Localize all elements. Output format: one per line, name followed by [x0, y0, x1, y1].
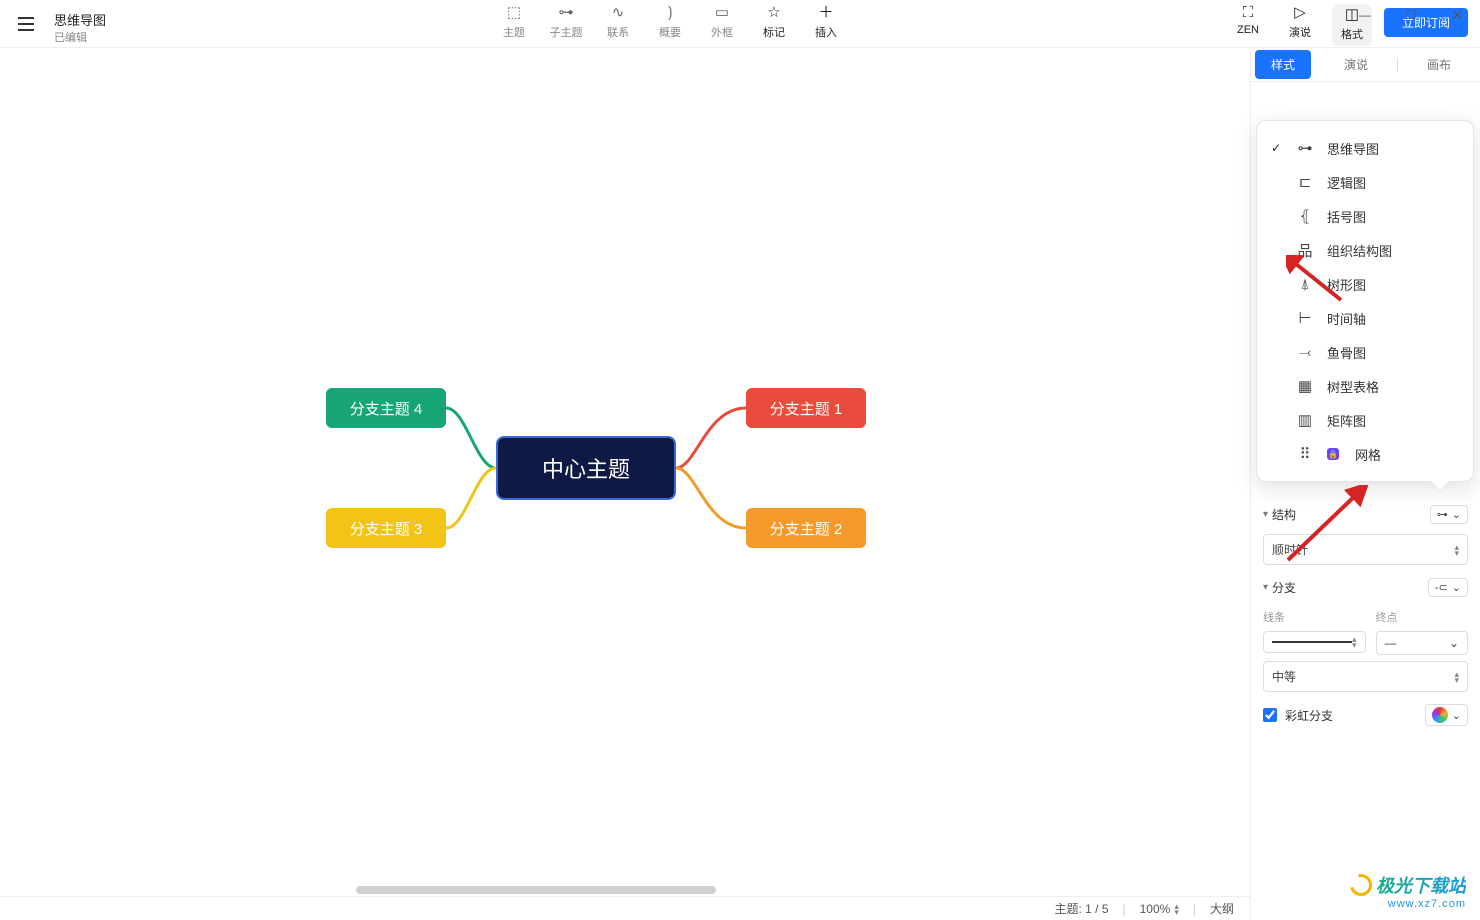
- doc-title: 思维导图: [54, 10, 106, 29]
- zen-icon: ⛶: [1243, 4, 1254, 22]
- branch-shape-icon: -⊂: [1435, 581, 1448, 594]
- rainbow-row: 彩虹分支 ⌄: [1263, 704, 1468, 726]
- structure-grid-icon: ⠿: [1295, 445, 1315, 463]
- watermark: 极光下载站 www.xz7.com: [1350, 872, 1466, 910]
- tab-canvas[interactable]: 画布: [1398, 50, 1480, 79]
- mindmap: 分支主题 4 分支主题 3 分支主题 1 分支主题 2 中心主题: [326, 368, 866, 578]
- caret-icon: ▾: [1263, 509, 1268, 520]
- window-close[interactable]: ✕: [1434, 0, 1480, 30]
- tab-style[interactable]: 样式: [1255, 50, 1311, 79]
- annotation-arrow: [1278, 485, 1368, 565]
- rainbow-checkbox[interactable]: [1263, 708, 1277, 722]
- structure-treetable[interactable]: ▦ 树型表格: [1257, 369, 1473, 403]
- check-icon: ✓: [1269, 141, 1283, 155]
- tool-zen[interactable]: ⛶ZEN: [1228, 4, 1268, 36]
- window-maximize[interactable]: ☐: [1388, 0, 1434, 30]
- section-branch: ▾分支 -⊂⌄ 线条 ▴▾ 终点 —: [1263, 573, 1468, 726]
- boundary-icon: ▭: [715, 4, 729, 22]
- topbar: 思维导图 已编辑 ⬚主题 ⊶子主题 ∿联系 ⟯概要 ▭外框 ☆标记 ＋插入 ⛶Z…: [0, 0, 1480, 48]
- line-style-select[interactable]: ▴▾: [1263, 631, 1366, 653]
- line-sample-icon: [1272, 641, 1352, 643]
- structure-mindmap-icon: ⊶: [1295, 139, 1315, 157]
- structure-logic-icon: ⊏: [1295, 173, 1315, 191]
- watermark-logo-icon: [1346, 870, 1376, 900]
- branch-shape-select[interactable]: -⊂ ⌄: [1428, 578, 1468, 597]
- panel-body: ✓ ⊶ 思维导图 ⊏ 逻辑图 ⦃ 括号图 品 组织结构图: [1251, 82, 1480, 736]
- tool-pitch[interactable]: ▷演说: [1280, 4, 1320, 40]
- topic-counter: 主题: 1 / 5: [1054, 900, 1108, 917]
- stepper-icon: ▴▾: [1352, 636, 1357, 648]
- marker-icon: ☆: [767, 4, 780, 22]
- tool-insert[interactable]: ＋插入: [806, 4, 846, 40]
- outline-toggle[interactable]: 大纲: [1210, 900, 1234, 917]
- panel-tabs: 样式 演说 画布: [1251, 48, 1480, 82]
- summary-icon: ⟯: [668, 4, 673, 22]
- structure-fishbone[interactable]: ⤙ 鱼骨图: [1257, 335, 1473, 369]
- relationship-icon: ∿: [612, 4, 625, 22]
- toolbar: ⬚主题 ⊶子主题 ∿联系 ⟯概要 ▭外框 ☆标记 ＋插入: [112, 0, 1228, 40]
- chevron-down-icon: ⌄: [1452, 581, 1461, 594]
- menu-button[interactable]: [6, 0, 46, 48]
- title-block: 思维导图 已编辑: [54, 4, 106, 45]
- chevron-down-icon: ⌄: [1449, 636, 1459, 650]
- zoom-control[interactable]: 100% ▴▾: [1140, 902, 1179, 916]
- pro-badge-icon: 🔒: [1327, 448, 1339, 460]
- rainbow-color-select[interactable]: ⌄: [1425, 704, 1468, 726]
- tool-subtopic[interactable]: ⊶子主题: [546, 4, 586, 40]
- structure-type-select[interactable]: ⊶⌄: [1430, 505, 1468, 524]
- line-weight-select[interactable]: 中等 ▴▾: [1263, 661, 1468, 692]
- line-end-select[interactable]: — ⌄: [1376, 631, 1468, 655]
- structure-logic[interactable]: ⊏ 逻辑图: [1257, 165, 1473, 199]
- tool-topic[interactable]: ⬚主题: [494, 4, 534, 40]
- pitch-icon: ▷: [1294, 4, 1306, 22]
- main: 分支主题 4 分支主题 3 分支主题 1 分支主题 2 中心主题 样式 演说 画…: [0, 48, 1480, 920]
- tab-pitch[interactable]: 演说: [1315, 50, 1397, 79]
- stepper-icon: ▴▾: [1454, 544, 1459, 556]
- end-label: 终点: [1376, 609, 1468, 625]
- doc-subtitle: 已编辑: [54, 29, 106, 45]
- statusbar: 主题: 1 / 5 | 100% ▴▾ | 大纲: [0, 896, 1250, 920]
- rainbow-label: 彩虹分支: [1285, 707, 1333, 724]
- structure-bracket[interactable]: ⦃ 括号图: [1257, 199, 1473, 233]
- tool-relationship[interactable]: ∿联系: [598, 4, 638, 40]
- format-panel: 样式 演说 画布 ✓ ⊶ 思维导图 ⊏ 逻辑图 ⦃: [1250, 48, 1480, 920]
- structure-timeline[interactable]: ⊢ 时间轴: [1257, 301, 1473, 335]
- tool-summary[interactable]: ⟯概要: [650, 4, 690, 40]
- branch-topic-3[interactable]: 分支主题 3: [326, 508, 446, 548]
- insert-icon: ＋: [818, 4, 833, 22]
- chevron-down-icon: ⌄: [1452, 709, 1461, 722]
- chevron-down-icon: ⌄: [1452, 508, 1461, 521]
- subtopic-icon: ⊶: [559, 4, 574, 22]
- rainbow-icon: [1432, 707, 1448, 723]
- branch-topic-4[interactable]: 分支主题 4: [326, 388, 446, 428]
- horizontal-scrollbar[interactable]: [356, 886, 716, 894]
- central-topic[interactable]: 中心主题: [496, 436, 676, 500]
- tool-marker[interactable]: ☆标记: [754, 4, 794, 40]
- branch-title: 分支: [1272, 579, 1296, 596]
- structure-mindmap[interactable]: ✓ ⊶ 思维导图: [1257, 131, 1473, 165]
- top-left: 思维导图 已编辑: [0, 0, 112, 48]
- structure-timeline-icon: ⊢: [1295, 309, 1315, 327]
- structure-fishbone-icon: ⤙: [1295, 344, 1315, 361]
- topic-icon: ⬚: [507, 4, 521, 22]
- branch-topic-1[interactable]: 分支主题 1: [746, 388, 866, 428]
- window-controls: — ☐ ✕: [1342, 0, 1480, 30]
- canvas[interactable]: 分支主题 4 分支主题 3 分支主题 1 分支主题 2 中心主题: [16, 48, 1250, 920]
- left-gutter: [0, 48, 16, 920]
- stepper-icon: ▴▾: [1454, 671, 1459, 683]
- structure-bracket-icon: ⦃: [1295, 207, 1315, 225]
- annotation-arrow: [1286, 255, 1346, 305]
- caret-icon: ▾: [1263, 582, 1268, 593]
- stepper-icon: ▴▾: [1174, 903, 1179, 915]
- line-label: 线条: [1263, 609, 1366, 625]
- structure-treetable-icon: ▦: [1295, 377, 1315, 395]
- structure-grid[interactable]: ⠿ 🔒 网格: [1257, 437, 1473, 471]
- structure-matrix-icon: ▥: [1295, 411, 1315, 429]
- structure-matrix[interactable]: ▥ 矩阵图: [1257, 403, 1473, 437]
- window-minimize[interactable]: —: [1342, 0, 1388, 30]
- branch-topic-2[interactable]: 分支主题 2: [746, 508, 866, 548]
- tool-boundary[interactable]: ▭外框: [702, 4, 742, 40]
- structure-type-icon: ⊶: [1437, 508, 1448, 521]
